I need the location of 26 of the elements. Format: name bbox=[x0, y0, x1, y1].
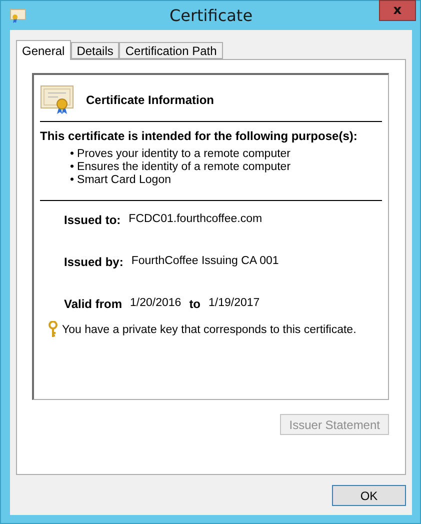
valid-to-label: to bbox=[189, 297, 201, 311]
certificate-icon bbox=[40, 85, 74, 115]
tab[interactable]: Certification Path bbox=[119, 42, 223, 59]
purpose-item: Proves your identity to a remote computer bbox=[77, 148, 291, 161]
purpose-title: This certificate is intended for the following purpose(s): bbox=[40, 129, 358, 143]
valid-from-label: Valid from bbox=[64, 297, 122, 311]
issued-by-value: FourthCoffee Issuing CA 001 bbox=[131, 255, 279, 269]
purpose-item: Ensures the identity of a remote computer bbox=[77, 161, 291, 174]
certificate-icon bbox=[10, 8, 26, 22]
info-heading: Certificate Information bbox=[86, 93, 214, 107]
purpose-item: Smart Card Logon bbox=[77, 174, 171, 187]
window-title: Certificate bbox=[169, 6, 253, 25]
tab[interactable]: Details bbox=[70, 42, 120, 59]
ok-button[interactable]: OK bbox=[332, 485, 406, 506]
issued-to-label: Issued to: bbox=[64, 213, 121, 227]
close-button[interactable]: x bbox=[379, 0, 416, 21]
bullet: • bbox=[70, 148, 74, 161]
tab[interactable]: General bbox=[16, 40, 71, 60]
valid-from-date: 1/20/2016 bbox=[130, 297, 182, 311]
key-icon bbox=[48, 321, 58, 338]
issued-by-label: Issued by: bbox=[64, 255, 124, 269]
bullet: • bbox=[70, 161, 74, 174]
valid-to-date: 1/19/2017 bbox=[208, 297, 260, 311]
private-key-note: You have a private key that corresponds to this certificate. bbox=[62, 324, 356, 336]
issued-to-value: FCDC01.fourthcoffee.com bbox=[128, 213, 262, 227]
bullet: • bbox=[70, 174, 74, 187]
